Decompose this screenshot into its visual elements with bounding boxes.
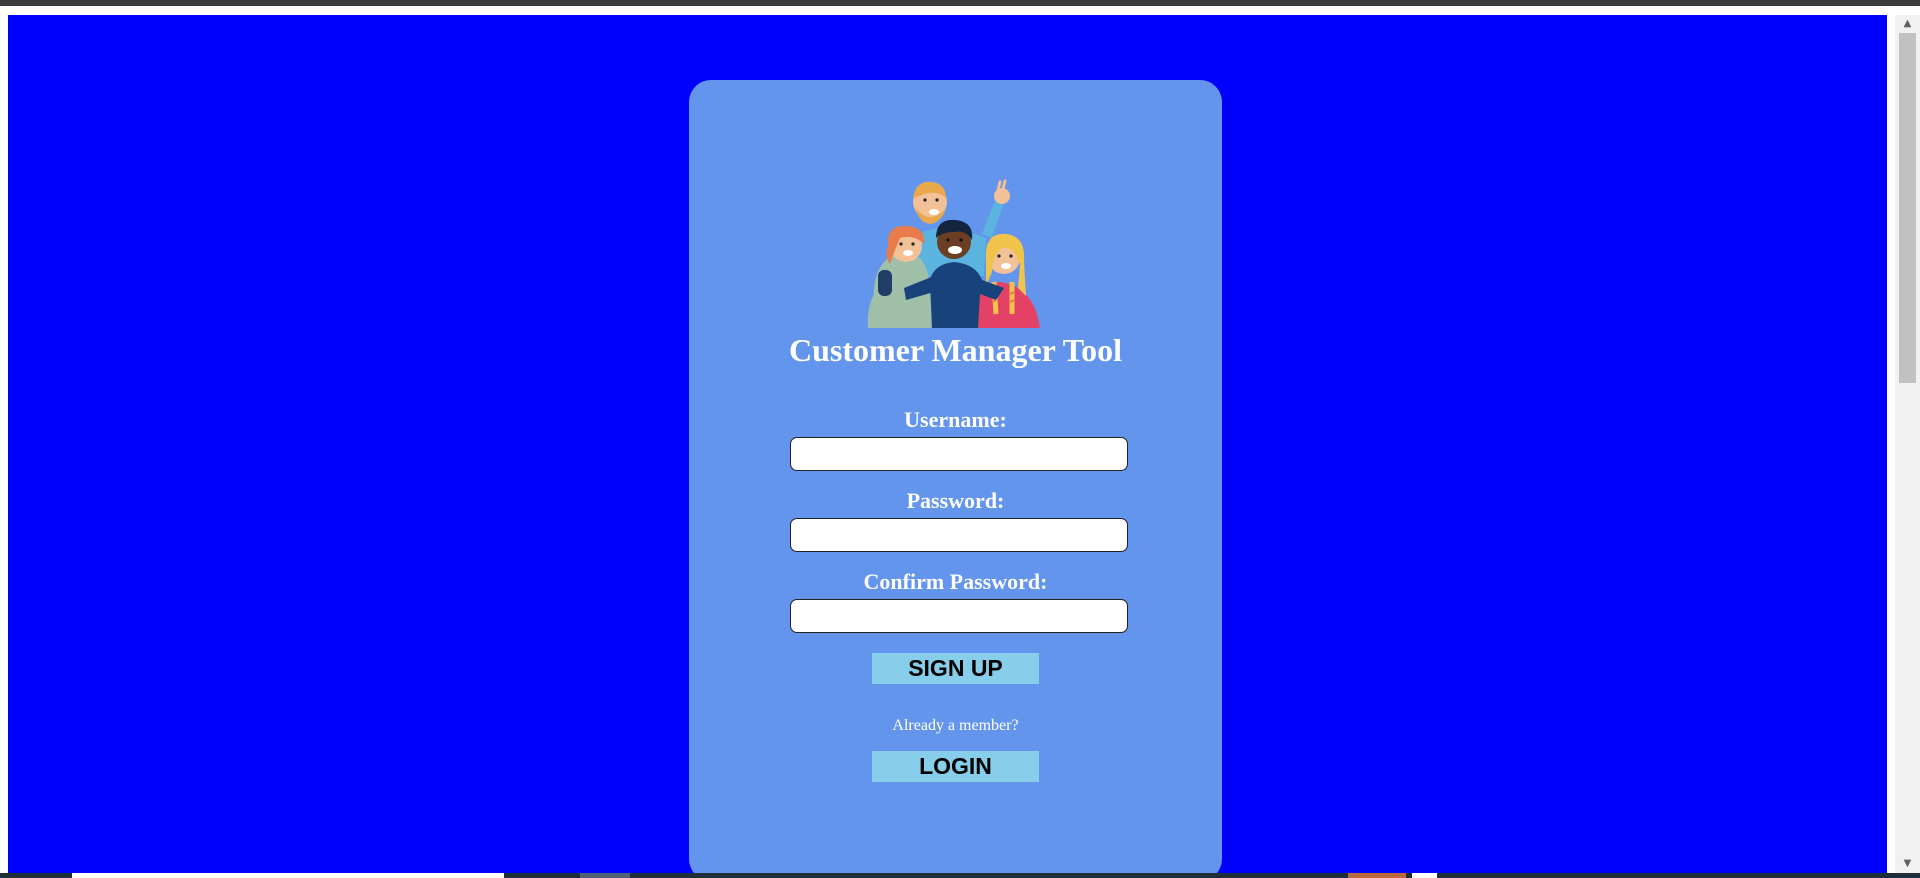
username-field[interactable] — [790, 437, 1128, 471]
vertical-scrollbar[interactable]: ▲ ▼ — [1895, 15, 1920, 873]
page-title: Customer Manager Tool — [788, 332, 1123, 368]
already-member-text: Already a member? — [892, 717, 1019, 734]
username-label: Username: — [904, 407, 1007, 432]
page-viewport: Customer Manager Tool Username: Password… — [8, 15, 1887, 873]
confirm-password-field[interactable] — [790, 599, 1128, 633]
browser-top-strip — [0, 0, 1920, 6]
login-button[interactable]: LOGIN — [872, 751, 1039, 782]
taskbar-segment — [1412, 873, 1437, 878]
scroll-down-arrow-icon[interactable]: ▼ — [1895, 855, 1920, 873]
group-of-people-illustration — [867, 179, 1040, 328]
taskbar-segment — [580, 873, 630, 878]
confirm-password-label: Confirm Password: — [863, 569, 1048, 594]
taskbar-segment — [72, 873, 504, 878]
password-field[interactable] — [790, 518, 1128, 552]
taskbar-segment — [1348, 873, 1406, 878]
scrollbar-thumb[interactable] — [1899, 33, 1916, 383]
password-label: Password: — [906, 488, 1005, 513]
sign-up-button[interactable]: SIGN UP — [872, 653, 1039, 684]
signup-card: Customer Manager Tool Username: Password… — [689, 80, 1222, 873]
scroll-up-arrow-icon[interactable]: ▲ — [1895, 15, 1920, 33]
